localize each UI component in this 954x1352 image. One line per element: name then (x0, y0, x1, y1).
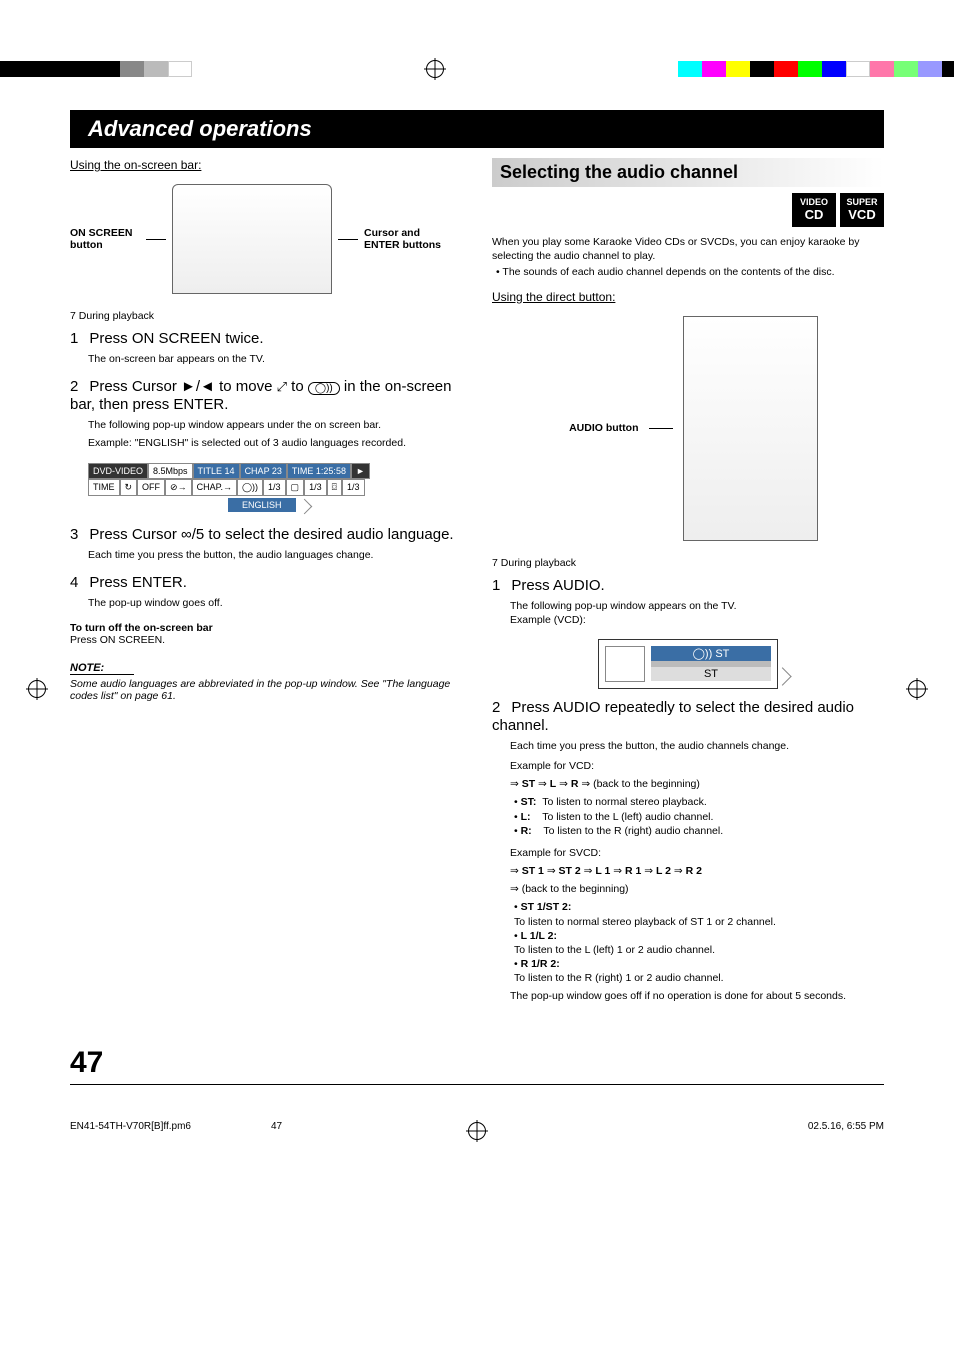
osd-bitrate: 8.5Mbps (148, 463, 193, 479)
remote-image (683, 316, 818, 541)
content-columns: Using the on-screen bar: ON SCREEN butto… (70, 158, 884, 1016)
footer-filename: EN41-54TH-V70R[B]ff.pm6 (70, 1121, 191, 1132)
list-item: L: To listen to the L (left) audio chann… (514, 810, 884, 824)
step-number: 1 (492, 577, 508, 594)
note-heading: NOTE: (70, 662, 134, 675)
osd-subtitle-count: 1/3 (304, 479, 327, 496)
footer-date: 02.5.16, 6:55 PM (808, 1121, 884, 1132)
footer-divider (70, 1084, 884, 1085)
footer-page: 47 (271, 1121, 282, 1132)
step-body: The on-screen bar appears on the TV. (88, 352, 462, 366)
remote-image (172, 184, 332, 294)
badge-super-vcd: SUPERVCD (840, 193, 884, 227)
subsection-heading: Using the on-screen bar: (70, 158, 201, 172)
osd-time: TIME 1:25:58 (287, 463, 351, 479)
list-item: ST: To listen to normal stereo playback. (514, 795, 884, 809)
sequence-svcd: ⇒ ST 1 ⇒ ST 2 ⇒ L 1 ⇒ R 1 ⇒ L 2 ⇒ R 2 (510, 864, 884, 878)
list-item: ST 1/ST 2:To listen to normal stereo pla… (514, 900, 884, 928)
popup-icon (605, 646, 645, 682)
label-cursor-enter-buttons: Cursor and ENTER buttons (364, 227, 444, 251)
page-title: Advanced operations (70, 110, 884, 148)
intro-text: When you play some Karaoke Video CDs or … (492, 235, 884, 263)
osd-source: DVD-VIDEO (88, 463, 148, 479)
osd-off: OFF (137, 479, 165, 496)
osd-audio-count: 1/3 (263, 479, 286, 496)
osd-time-label: TIME (88, 479, 120, 496)
right-column: Selecting the audio channel VIDEOCD SUPE… (492, 158, 884, 1016)
step-body: Each time you press the button, the audi… (88, 548, 462, 562)
intro-bullet: The sounds of each audio channel depends… (496, 265, 884, 279)
sequence-vcd: ⇒ ST ⇒ L ⇒ R ⇒ (back to the beginning) (510, 777, 884, 791)
osd-timer-icon: ⊘→ (165, 479, 192, 496)
subsection-heading: Using the direct button: (492, 290, 615, 304)
crosshair-icon (70, 1122, 884, 1140)
step-title: Press Cursor ∞/5 to select the desired a… (89, 526, 453, 543)
osd-angle-count: 1/3 (342, 479, 365, 496)
osd-subtitle-icon: ▢ (286, 479, 305, 496)
section-heading: Selecting the audio channel (492, 158, 884, 187)
osd-dropdown-language: ENGLISH (228, 498, 296, 512)
osd-play-icon: ► (351, 463, 370, 479)
page: Advanced operations Using the on-screen … (0, 0, 954, 1190)
disc-badges: VIDEOCD SUPERVCD (492, 193, 884, 227)
osd-repeat-icon: ↻ (120, 479, 138, 496)
context-label: 7 During playback (492, 557, 884, 569)
badge-video-cd: VIDEOCD (792, 193, 836, 227)
sequence-svcd-end: ⇒ (back to the beginning) (510, 882, 884, 896)
context-label: 7 During playback (70, 310, 462, 322)
step-body: Each time you press the button, the audi… (510, 739, 884, 1004)
osd-title: TITLE 14 (193, 463, 240, 479)
step-title: Press AUDIO repeatedly to select the des… (492, 699, 854, 734)
popup-example: ◯)) ST ST (598, 639, 778, 689)
step-body: The following pop-up window appears on t… (510, 599, 884, 627)
osd-chapter: CHAP 23 (240, 463, 287, 479)
cmyk-bar-right (678, 61, 954, 77)
crosshair-icon (426, 60, 444, 78)
cmyk-bar-left (0, 61, 192, 77)
label-audio-button: AUDIO button (559, 422, 639, 434)
step-body: The pop-up window goes off. (88, 596, 462, 610)
osd-angle-icon: ⌼ (327, 479, 342, 496)
turn-off-heading: To turn off the on-screen bar (70, 622, 462, 634)
step-number: 4 (70, 574, 86, 591)
popup-option: ST (651, 661, 771, 681)
step-number: 1 (70, 330, 86, 347)
list-item: L 1/L 2:To listen to the L (left) 1 or 2… (514, 929, 884, 957)
step-number: 2 (492, 699, 508, 716)
left-column: Using the on-screen bar: ON SCREEN butto… (70, 158, 462, 1016)
osd-chap-label: CHAP.→ (192, 479, 237, 496)
label-on-screen-button: ON SCREEN button (70, 227, 140, 251)
remote-diagram: ON SCREEN button Cursor and ENTER button… (70, 184, 462, 294)
turn-off-body: Press ON SCREEN. (70, 634, 462, 646)
step-number: 2 (70, 378, 86, 395)
remote-diagram: AUDIO button (492, 316, 884, 541)
step-number: 3 (70, 526, 86, 543)
step-title: Press ENTER. (89, 574, 187, 591)
list-item: R 1/R 2:To listen to the R (right) 1 or … (514, 957, 884, 985)
step-title: Press ON SCREEN twice. (89, 330, 263, 347)
popup-current-value: ◯)) ST (651, 646, 771, 661)
on-screen-bar-example: DVD-VIDEO 8.5Mbps TITLE 14 CHAP 23 TIME … (88, 463, 462, 512)
step-title: Press AUDIO. (511, 577, 604, 594)
page-number: 47 (70, 1046, 884, 1080)
note-body: Some audio languages are abbreviated in … (70, 678, 462, 702)
print-registration-bars (0, 60, 954, 78)
list-item: R: To listen to the R (right) audio chan… (514, 824, 884, 838)
crosshair-icon (28, 680, 46, 698)
step-title: Press Cursor ►/◄ to move ⤢ to ◯)) in the… (70, 378, 451, 413)
osd-audio-icon: ◯)) (237, 479, 263, 496)
step-body: The following pop-up window appears unde… (88, 418, 462, 450)
crosshair-icon (908, 680, 926, 698)
